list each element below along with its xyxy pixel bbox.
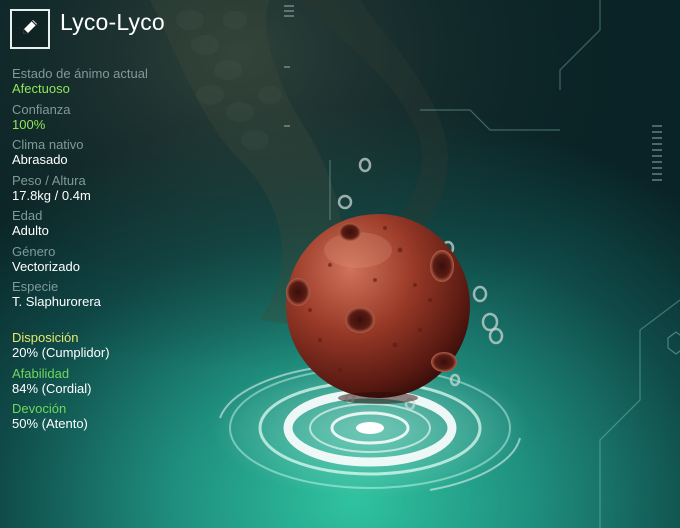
- stat-climate: Clima nativo Abrasado: [12, 137, 252, 173]
- stat-trust: Confianza 100%: [12, 102, 252, 138]
- trait-label: Devoción: [12, 401, 67, 416]
- stat-value: 17.8kg / 0.4m: [12, 187, 91, 203]
- trait-value: 20% (Cumplidor): [12, 345, 110, 360]
- stat-value: Afectuoso: [12, 81, 70, 96]
- trait-disposition: Disposición 20% (Cumplidor): [12, 330, 252, 366]
- stat-value: Vectorizado: [12, 258, 80, 274]
- stat-value: T. Slaphurorera: [12, 294, 101, 309]
- stat-weight-height: Peso / Altura 17.8kg / 0.4m: [12, 173, 252, 209]
- stat-value: 100%: [12, 116, 46, 132]
- stat-mood: Estado de ánimo actual Afectuoso: [12, 66, 252, 102]
- creature-stats: Estado de ánimo actual Afectuoso Confian…: [12, 66, 252, 315]
- stat-label: Clima nativo: [12, 137, 84, 152]
- trait-value: 84% (Cordial): [12, 380, 92, 396]
- stat-label: Especie: [12, 279, 59, 294]
- stat-label: Confianza: [12, 101, 71, 117]
- edit-name-button[interactable]: [10, 9, 50, 49]
- trait-label: Afabilidad: [12, 365, 70, 381]
- trait-affability: Afabilidad 84% (Cordial): [12, 366, 252, 402]
- creature-traits: Disposición 20% (Cumplidor) Afabilidad 8…: [12, 330, 252, 437]
- stat-age: Edad Adulto: [12, 208, 252, 244]
- stat-value: Adulto: [12, 223, 49, 238]
- stat-species: Especie T. Slaphurorera: [12, 279, 252, 315]
- stat-label: Edad: [12, 208, 43, 223]
- stat-label: Peso / Altura: [12, 172, 86, 188]
- stat-value: Abrasado: [12, 152, 68, 167]
- stat-label: Género: [12, 243, 56, 259]
- stat-label: Estado de ánimo actual: [12, 66, 148, 81]
- creature-name: Lyco-Lyco: [60, 8, 165, 35]
- trait-devotion: Devoción 50% (Atento): [12, 401, 252, 437]
- stat-gender: Género Vectorizado: [12, 244, 252, 280]
- pencil-icon: [20, 17, 40, 42]
- trait-label: Disposición: [12, 330, 79, 345]
- trait-value: 50% (Atento): [12, 416, 88, 431]
